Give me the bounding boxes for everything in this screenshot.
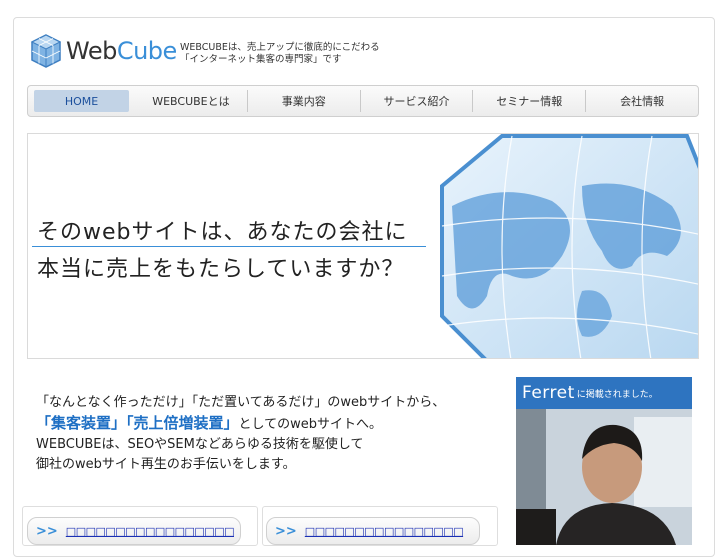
nav-services[interactable]: サービス紹介 — [361, 90, 474, 112]
nav-business[interactable]: 事業内容 — [248, 90, 361, 112]
nav-seminar[interactable]: セミナー情報 — [473, 90, 587, 112]
nav-company[interactable]: 会社情報 — [586, 90, 698, 112]
intro-line4: 御社のwebサイト再生のお手伝いをします。 — [36, 457, 296, 472]
link-text-2[interactable]: □□□□□□□□□□□□□□□□ — [305, 525, 464, 538]
site-tagline: WEBCUBEは、売上アップに徹底的にこだわる 「インターネット集客の専門家」で… — [180, 42, 380, 66]
link-box-1[interactable]: >> □□□□□□□□□□□□□□□□□ — [27, 517, 241, 545]
tagline-line2: 「インターネット集客の専門家」です — [180, 54, 342, 65]
intro-line3: WEBCUBEは、SEOやSEMなどあらゆる技術を駆使して — [36, 437, 364, 452]
person-photo-icon — [516, 409, 692, 545]
hero-divider — [32, 246, 426, 247]
double-chevron-icon: >> — [275, 523, 297, 539]
ferret-brand: Ferret — [522, 383, 575, 403]
cube-logo-icon — [30, 34, 62, 68]
intro-text: 「なんとなく作っただけ」「ただ置いてあるだけ」のwebサイトから、 「集客装置」… — [36, 393, 445, 475]
hero-headline-1: そのwebサイトは、あなたの会社に — [37, 220, 408, 245]
ferret-header: Ferret に掲載されました。 — [516, 377, 692, 409]
intro-highlight: 「集客装置」「売上倍増装置」 — [36, 414, 239, 432]
ferret-photo — [516, 409, 692, 545]
hero-banner: そのwebサイトは、あなたの会社に 本当に売上をもたらしていますか？ — [27, 133, 699, 359]
nav-home[interactable]: HOME — [34, 90, 130, 112]
logo-wordmark: WebCube — [66, 39, 177, 63]
logo-web: Web — [66, 37, 117, 65]
link-box-2[interactable]: >> □□□□□□□□□□□□□□□□ — [266, 517, 480, 545]
intro-line2: 「集客装置」「売上倍増装置」としてのwebサイトへ。 — [36, 413, 445, 435]
double-chevron-icon: >> — [36, 523, 58, 539]
hero-headline-2: 本当に売上をもたらしていますか？ — [37, 257, 405, 282]
intro-line1: 「なんとなく作っただけ」「ただ置いてあるだけ」のwebサイトから、 — [36, 395, 446, 410]
global-nav: HOME WEBCUBEとは 事業内容 サービス紹介 セミナー情報 会社情報 — [27, 85, 699, 117]
site-logo[interactable]: WebCube — [29, 33, 177, 69]
ferret-banner[interactable]: Ferret に掲載されました。 — [516, 377, 692, 545]
nav-about[interactable]: WEBCUBEとは — [135, 90, 248, 112]
tagline-line1: WEBCUBEは、売上アップに徹底的にこだわる — [180, 42, 380, 53]
globe-cube-illustration — [440, 134, 698, 358]
logo-cube-text: Cube — [116, 37, 177, 65]
intro-line2-rest: としてのwebサイトへ。 — [238, 417, 383, 432]
link-text-1[interactable]: □□□□□□□□□□□□□□□□□ — [66, 525, 235, 538]
ferret-caption: に掲載されました。 — [576, 389, 658, 400]
